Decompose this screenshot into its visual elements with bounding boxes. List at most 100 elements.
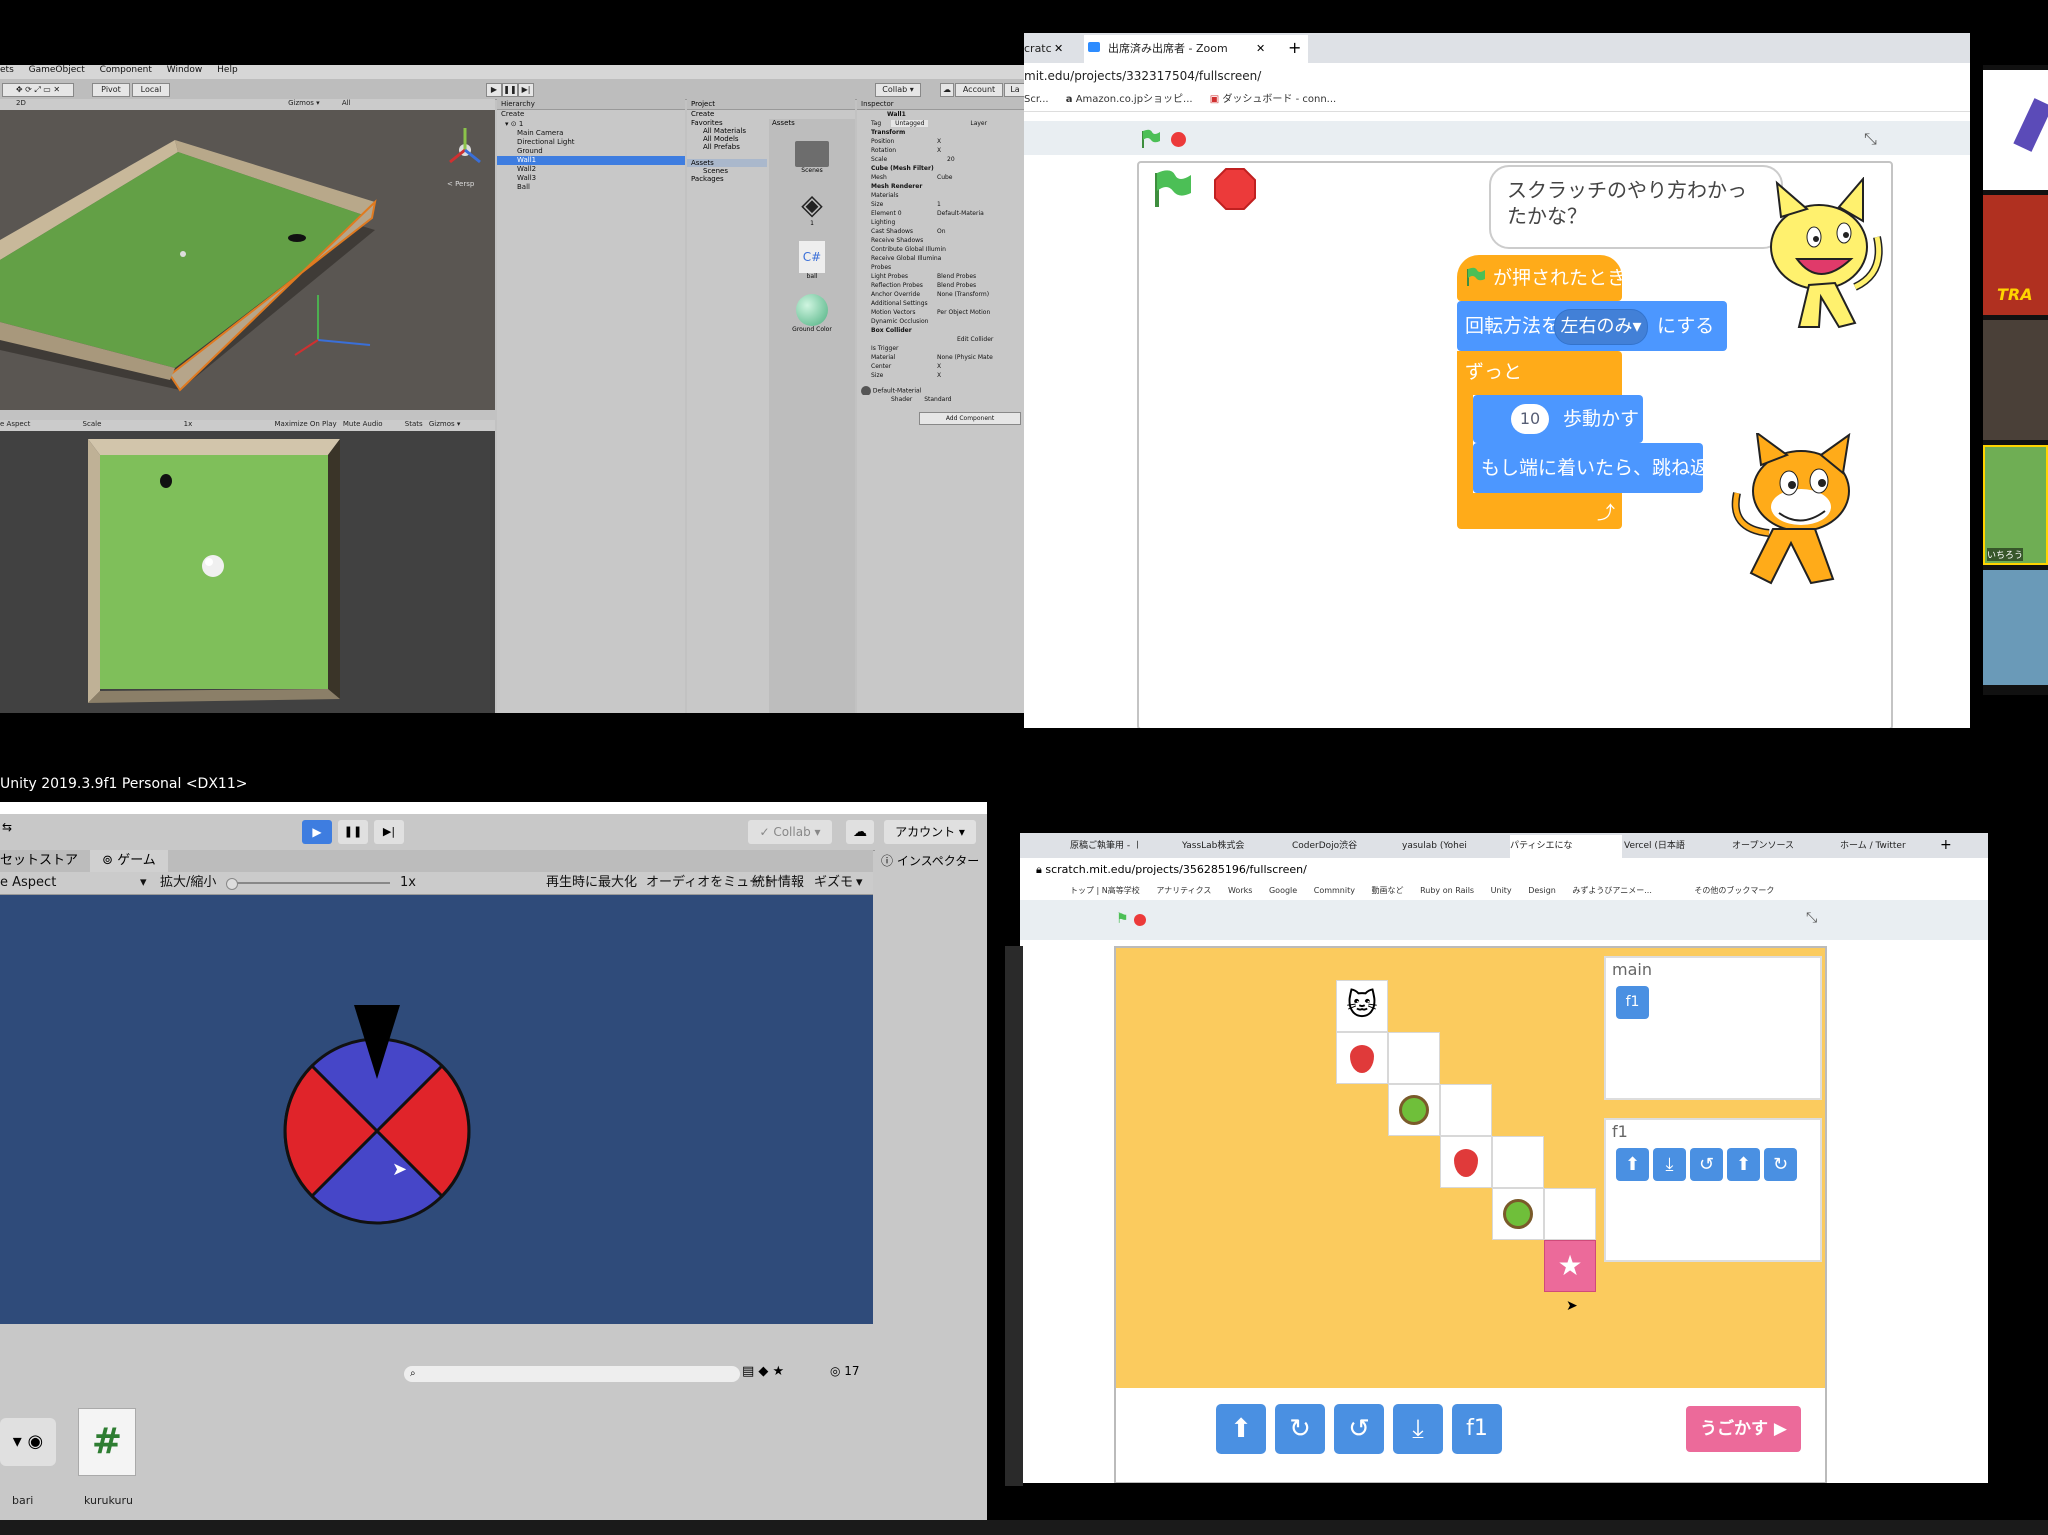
new-tab-icon[interactable]: + bbox=[1940, 837, 1952, 853]
receive-gi-row[interactable]: Receive Global Illumina bbox=[857, 254, 1024, 263]
browser-tab-active[interactable]: パティシエにな bbox=[1510, 835, 1622, 858]
participant-tile[interactable]: TRA bbox=[1983, 195, 2048, 315]
stats[interactable]: 統計情報 bbox=[752, 872, 804, 894]
pause-icon[interactable]: ❚❚ bbox=[502, 83, 518, 97]
csharp-script-icon[interactable]: # bbox=[78, 1408, 136, 1476]
url-bar[interactable]: 🔒︎ scratch.mit.edu/projects/356285196/fu… bbox=[1020, 858, 1988, 882]
game-view-jp[interactable]: ➤ bbox=[0, 895, 873, 1324]
bookmark[interactable]: ダッシュボード - conn... bbox=[1222, 94, 1336, 105]
exit-fullscreen-icon[interactable]: ⤡ bbox=[1806, 910, 1817, 926]
game-scale-value[interactable]: 1x bbox=[184, 420, 193, 428]
tag-dropdown[interactable]: Untagged bbox=[891, 120, 929, 127]
bookmark[interactable]: アナリティクス bbox=[1156, 886, 1211, 895]
rotate-left-button[interactable]: ↺ bbox=[1334, 1404, 1384, 1454]
bookmark[interactable]: トップ | N高等学校 bbox=[1070, 886, 1140, 895]
dynamic-occlusion-row[interactable]: Dynamic Occlusion bbox=[857, 317, 1024, 326]
download-icon[interactable]: ⤓ bbox=[1653, 1148, 1686, 1181]
browser-tab[interactable]: オープンソース bbox=[1732, 835, 1838, 858]
filter-icons[interactable]: ▤ ◆ ★ bbox=[742, 1364, 784, 1379]
scene-2d-toggle[interactable]: 2D bbox=[16, 99, 26, 107]
browser-tab[interactable]: yasulab (Yohei bbox=[1402, 835, 1508, 858]
bounce-block[interactable]: もし端に着いたら、跳ね返る bbox=[1473, 443, 1728, 493]
menu-item[interactable]: GameObject bbox=[29, 65, 85, 75]
mesh-renderer-header[interactable]: Mesh Renderer bbox=[857, 182, 1024, 191]
stats-toggle[interactable]: Stats bbox=[405, 420, 423, 428]
hierarchy-item[interactable]: Wall3 bbox=[497, 174, 685, 183]
scratch-stage[interactable]: スクラッチのやり方わかったかな？ が押されたとき 回転方法を 左右のみ▾ にする… bbox=[1137, 161, 1893, 728]
pivot-button[interactable]: Pivot bbox=[92, 83, 130, 97]
up-arrow-icon[interactable]: ⬆ bbox=[1727, 1148, 1760, 1181]
steps-input[interactable]: 10 bbox=[1511, 404, 1549, 434]
tab-asset-store[interactable]: セットストア bbox=[0, 853, 78, 868]
inspector-tab[interactable]: ⓘ インスペクター bbox=[875, 850, 987, 871]
rotate-right-button[interactable]: ↻ bbox=[1275, 1404, 1325, 1454]
scale-slider[interactable] bbox=[230, 882, 390, 884]
fav-item[interactable]: All Prefabs bbox=[687, 143, 767, 151]
url-bar[interactable]: mit.edu/projects/332317504/fullscreen/ bbox=[1024, 63, 1970, 89]
transform-tools[interactable]: ✥ ⟳ ⤢ ▭ ✕ bbox=[2, 83, 74, 97]
bookmark[interactable]: その他のブックマーク bbox=[1694, 886, 1774, 895]
additional-settings-row[interactable]: Additional Settings bbox=[857, 299, 1024, 308]
browser-tab[interactable]: CoderDojo渋谷 bbox=[1292, 835, 1400, 858]
game-view[interactable] bbox=[0, 431, 495, 713]
participant-tile[interactable] bbox=[1983, 570, 2048, 685]
up-arrow-icon[interactable]: ⬆ bbox=[1616, 1148, 1649, 1181]
hierarchy-create[interactable]: Create bbox=[497, 110, 685, 120]
f1-program-box[interactable]: f1 ⬆ ⤓ ↺ ⬆ ↻ bbox=[1604, 1118, 1822, 1262]
aspect-dropdown[interactable]: e Aspect bbox=[0, 875, 56, 890]
fav-item[interactable]: All Models bbox=[687, 135, 767, 143]
edit-collider-button[interactable]: Edit Collider bbox=[857, 335, 1024, 344]
yellow-cat-sprite[interactable] bbox=[1759, 177, 1889, 347]
receive-shadows-row[interactable]: Receive Shadows bbox=[857, 236, 1024, 245]
bookmark[interactable]: みずようびアニメー... bbox=[1572, 886, 1651, 895]
layers-button[interactable]: La bbox=[1004, 83, 1024, 97]
hierarchy-item[interactable]: Directional Light bbox=[497, 138, 685, 147]
scene-gizmos[interactable]: Gizmos ▾ bbox=[288, 99, 320, 107]
account-button[interactable]: Account bbox=[955, 83, 1003, 97]
scale-slider-handle[interactable] bbox=[226, 878, 238, 890]
materials-row[interactable]: Materials bbox=[857, 191, 1024, 200]
fav-item[interactable]: All Materials bbox=[687, 127, 767, 135]
stage-green-flag-icon[interactable] bbox=[1151, 169, 1195, 209]
participant-tile-active[interactable]: いちろう bbox=[1983, 445, 2048, 565]
rotate-left-icon[interactable]: ↺ bbox=[1690, 1148, 1723, 1181]
bookmark[interactable]: Commnity bbox=[1314, 886, 1355, 895]
csharp-script-icon[interactable]: C# bbox=[799, 241, 825, 273]
bookmark[interactable]: Ruby on Rails bbox=[1420, 886, 1474, 895]
bookmark[interactable]: Unity bbox=[1491, 886, 1512, 895]
collab-button[interactable]: Collab ▾ bbox=[875, 83, 921, 97]
play-icon[interactable]: ▶ bbox=[486, 83, 502, 97]
bookmark[interactable]: Google bbox=[1269, 886, 1297, 895]
puzzle-stage[interactable]: 🐱︎ ★ main f1 f1 ⬆ ⤓ ↺ ⬆ ↻ ⬆ ↻ ↺ ⤓ f1 うごか… bbox=[1114, 946, 1827, 1483]
collab-button[interactable]: ✓ Collab ▾ bbox=[748, 820, 832, 844]
local-button[interactable]: Local bbox=[132, 83, 170, 97]
scale-dropdown-icon[interactable]: ▾ bbox=[140, 872, 147, 894]
forever-block[interactable]: ずっと bbox=[1457, 351, 1622, 395]
scene-view[interactable]: < Persp bbox=[0, 110, 495, 410]
asset-folder[interactable]: Scenes bbox=[687, 167, 767, 175]
pause-button[interactable]: ❚❚ bbox=[338, 820, 368, 844]
stage-stop-icon[interactable] bbox=[1213, 167, 1257, 211]
maximize-on-play[interactable]: 再生時に最大化 bbox=[546, 872, 637, 894]
menu-item[interactable]: Help bbox=[217, 65, 238, 75]
game-aspect[interactable]: e Aspect bbox=[0, 420, 30, 428]
menu-item[interactable]: ets bbox=[0, 65, 14, 75]
folder-icon[interactable] bbox=[795, 141, 829, 167]
browser-tab[interactable]: Vercel (日本語 bbox=[1624, 835, 1730, 858]
tool-icon[interactable]: ⇆ bbox=[2, 820, 16, 840]
unity-scene-icon[interactable]: ◈ bbox=[769, 190, 855, 220]
close-icon[interactable]: ✕ bbox=[1256, 42, 1265, 55]
hierarchy-item[interactable]: Ground bbox=[497, 147, 685, 156]
play-button[interactable]: ▶ bbox=[302, 820, 332, 844]
assets-folder[interactable]: Assets bbox=[687, 159, 767, 167]
download-button[interactable]: ⤓ bbox=[1393, 1404, 1443, 1454]
rotate-right-icon[interactable]: ↻ bbox=[1764, 1148, 1797, 1181]
hierarchy-item[interactable]: Ball bbox=[497, 183, 685, 192]
menu-item[interactable]: Window bbox=[167, 65, 203, 75]
green-flag-icon[interactable] bbox=[1140, 129, 1162, 149]
up-arrow-button[interactable]: ⬆ bbox=[1216, 1404, 1266, 1454]
is-trigger-row[interactable]: Is Trigger bbox=[857, 344, 1024, 353]
exit-fullscreen-icon[interactable]: ⤡ bbox=[1864, 129, 1877, 149]
run-button[interactable]: うごかす ▶ bbox=[1686, 1406, 1801, 1452]
orange-cat-sprite[interactable] bbox=[1729, 433, 1879, 593]
